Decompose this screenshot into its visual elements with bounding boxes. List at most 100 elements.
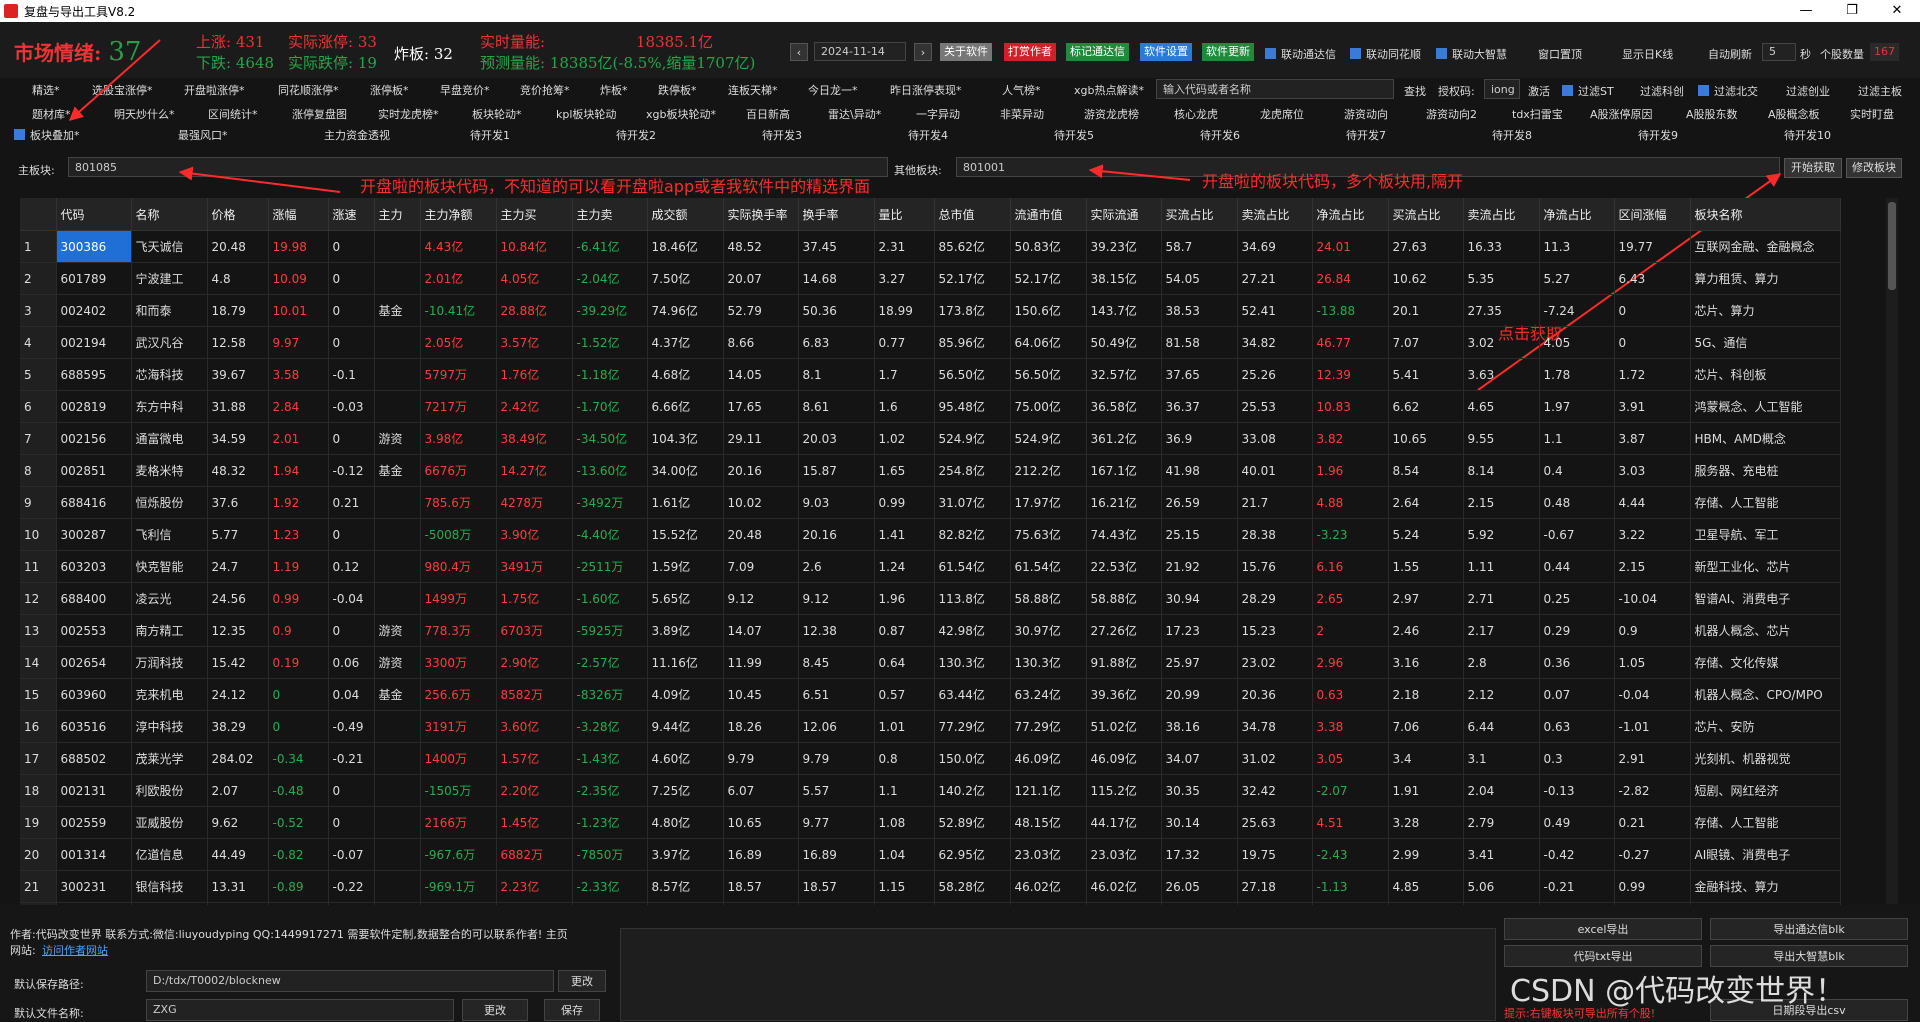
nav-item[interactable]: 一字异动	[916, 106, 960, 122]
table-cell[interactable]: 27.35	[1463, 294, 1540, 327]
table-cell[interactable]: 0.8	[874, 742, 935, 775]
table-cell[interactable]: 14	[20, 646, 57, 679]
table-cell[interactable]: 4.85	[1388, 870, 1464, 903]
table-cell[interactable]: 23.03亿	[1010, 838, 1087, 871]
table-cell[interactable]: 8.66	[723, 326, 799, 359]
nav-item[interactable]: 待开发9	[1638, 127, 1678, 143]
table-cell[interactable]: 30.94	[1161, 582, 1238, 615]
table-cell[interactable]: 3.4	[1388, 742, 1464, 775]
table-cell[interactable]: 存储、人工智能	[1690, 806, 1841, 839]
table-cell[interactable]: 3	[20, 294, 57, 327]
change-file-button[interactable]: 更改	[462, 999, 528, 1021]
table-row[interactable]: 18 002131 利欧股份 2.07 -0.48 0 -1505万 2.20亿 -2.35亿 7…	[20, 774, 1841, 807]
table-cell[interactable]: 50.83亿	[1010, 230, 1087, 263]
table-cell[interactable]: 5.24	[1388, 518, 1464, 551]
table-cell[interactable]	[374, 390, 421, 423]
table-cell[interactable]	[374, 486, 421, 519]
table-cell[interactable]: -1.52亿	[572, 326, 648, 359]
table-cell[interactable]: 0	[328, 294, 375, 327]
table-cell[interactable]: 6.83	[798, 326, 875, 359]
table-cell[interactable]: 48.52	[723, 230, 799, 263]
table-cell[interactable]: -0.82	[268, 838, 329, 871]
table-cell[interactable]: 9.44亿	[647, 710, 724, 743]
table-cell[interactable]: -3.23	[1312, 518, 1389, 551]
column-header[interactable]: 实际流通	[1086, 198, 1162, 231]
activate-button[interactable]: 激活	[1528, 83, 1550, 99]
table-cell[interactable]: 63.24亿	[1010, 678, 1087, 711]
table-cell[interactable]: 50.36	[798, 294, 875, 327]
table-cell[interactable]: 39.36亿	[1086, 678, 1162, 711]
table-row[interactable]: 17 688502 茂莱光学 284.02 -0.34 -0.21 1400万 1.57亿 -1…	[20, 742, 1841, 775]
table-cell[interactable]: -0.04	[1614, 678, 1691, 711]
table-cell[interactable]: 3.16	[1388, 646, 1464, 679]
table-cell[interactable]: 77.29亿	[934, 710, 1011, 743]
table-cell[interactable]: 4.60亿	[647, 742, 724, 775]
table-cell[interactable]: 46.09亿	[1010, 742, 1087, 775]
table-cell[interactable]: 74.43亿	[1086, 518, 1162, 551]
table-cell[interactable]: -0.42	[1539, 838, 1615, 871]
column-header[interactable]: 主力净额	[420, 198, 497, 231]
filter-beijiao-checkbox[interactable]: 过滤北交	[1698, 83, 1758, 99]
table-cell[interactable]: -1.18亿	[572, 358, 648, 391]
table-cell[interactable]: 42.98亿	[934, 614, 1011, 647]
table-cell[interactable]: 980.4万	[420, 550, 497, 583]
table-cell[interactable]: 0.64	[874, 646, 935, 679]
table-cell[interactable]: 互联网金融、金融概念	[1690, 230, 1841, 263]
table-row[interactable]: 12 688400 凌云光 24.56 0.99 -0.04 1499万 1.75亿 -1.60…	[20, 582, 1841, 615]
table-cell[interactable]: -5008万	[420, 518, 497, 551]
table-cell[interactable]: 2.01	[268, 422, 329, 455]
table-cell[interactable]: 8.1	[798, 358, 875, 391]
table-cell[interactable]: 6703万	[496, 614, 573, 647]
table-cell[interactable]: 1.7	[874, 358, 935, 391]
file-name-input[interactable]: ZXG	[146, 999, 454, 1021]
table-cell[interactable]: 2.18	[1388, 678, 1464, 711]
table-cell[interactable]: -2.82	[1614, 774, 1691, 807]
table-cell[interactable]: 2.07	[207, 774, 269, 807]
nav-item[interactable]: 实时盯盘	[1850, 106, 1894, 122]
table-cell[interactable]: 0	[328, 518, 375, 551]
nav-item[interactable]: 游资龙虎榜	[1084, 106, 1139, 122]
table-cell[interactable]: 6676万	[420, 454, 497, 487]
table-cell[interactable]: 46.02亿	[1010, 870, 1087, 903]
table-cell[interactable]: 2.15	[1463, 486, 1540, 519]
table-cell[interactable]: 1.24	[874, 550, 935, 583]
table-cell[interactable]: 11	[20, 550, 57, 583]
table-cell[interactable]: 167.1亿	[1086, 454, 1162, 487]
table-cell[interactable]: 46.09亿	[1086, 742, 1162, 775]
table-cell[interactable]: 002402	[56, 294, 132, 327]
table-cell[interactable]: 0.4	[1539, 454, 1615, 487]
table-cell[interactable]: 2.01亿	[420, 262, 497, 295]
table-cell[interactable]: 48.32	[207, 454, 269, 487]
table-cell[interactable]: 0.9	[1614, 614, 1691, 647]
table-cell[interactable]: 机器人概念、芯片	[1690, 614, 1841, 647]
table-cell[interactable]: 7.09	[723, 550, 799, 583]
table-cell[interactable]: 1.01	[874, 710, 935, 743]
refresh-interval-input[interactable]: 5	[1762, 43, 1796, 61]
table-cell[interactable]: 10.62	[1388, 262, 1464, 295]
table-cell[interactable]: 173.8亿	[934, 294, 1011, 327]
table-cell[interactable]: 飞利信	[131, 518, 208, 551]
table-cell[interactable]: 002851	[56, 454, 132, 487]
link-ths-checkbox[interactable]: 联动同花顺	[1350, 46, 1421, 62]
table-cell[interactable]: 46.77	[1312, 326, 1389, 359]
nav-item[interactable]: 早盘竞价*	[440, 82, 490, 98]
table-cell[interactable]: 18.26	[723, 710, 799, 743]
table-cell[interactable]: 5.57	[798, 774, 875, 807]
table-cell[interactable]: 31.02	[1237, 742, 1313, 775]
nav-item[interactable]: 今日龙一*	[808, 82, 858, 98]
table-cell[interactable]: 20.36	[1237, 678, 1313, 711]
filter-chuangye-checkbox[interactable]: 过滤创业	[1786, 83, 1830, 99]
table-cell[interactable]: 256.6万	[420, 678, 497, 711]
table-cell[interactable]: 4.51	[1312, 806, 1389, 839]
table-cell[interactable]: -2.35亿	[572, 774, 648, 807]
column-header[interactable]: 卖流占比	[1237, 198, 1313, 231]
table-cell[interactable]: 48.15亿	[1010, 806, 1087, 839]
table-cell[interactable]: 2.8	[1463, 646, 1540, 679]
table-cell[interactable]: 19.77	[1614, 230, 1691, 263]
table-cell[interactable]: 0	[1614, 326, 1691, 359]
table-cell[interactable]: 0.25	[1539, 582, 1615, 615]
table-cell[interactable]: 44.49	[207, 838, 269, 871]
table-cell[interactable]: 2.05亿	[420, 326, 497, 359]
about-button[interactable]: 关于软件	[940, 43, 992, 61]
table-cell[interactable]: 4.68亿	[647, 358, 724, 391]
